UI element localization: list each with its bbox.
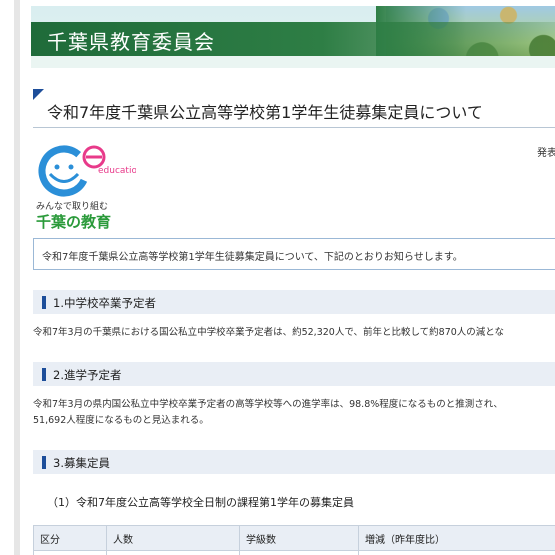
logo-mark-text: education (98, 166, 136, 176)
site-header-banner[interactable]: 千葉県教育委員会 (31, 6, 555, 68)
table-header-cell: 学級数 (239, 525, 359, 551)
site-title[interactable]: 千葉県教育委員会 (47, 26, 215, 55)
table-header-cell: 増減（昨年度比） (358, 525, 555, 551)
section-bar-icon (42, 368, 46, 381)
section-heading-3: 3.募集定員 (33, 450, 555, 474)
section-1-paragraph: 令和7年3月の千葉県における国公私立中学校卒業予定者は、約52,320人で、前年… (33, 327, 505, 338)
left-margin-rule (0, 0, 20, 555)
smiley-e-logo-icon: education (38, 145, 143, 197)
table-row (33, 550, 555, 555)
notice-text: 令和7年度千葉県公立高等学校第1学年生徒募集定員について、下記のとおりお知らせし… (42, 252, 463, 263)
section-heading-label: 1.中学校卒業予定者 (53, 296, 156, 310)
quota-table: 区分 人数 学級数 増減（昨年度比） (33, 525, 555, 555)
page-title: 令和7年度千葉県公立高等学校第1学年生徒募集定員について (47, 103, 483, 122)
table-cell (239, 550, 359, 555)
table-cell (106, 550, 240, 555)
section-heading-label: 3.募集定員 (53, 456, 110, 470)
section-heading-2: 2.進学予定者 (33, 362, 555, 386)
table-header-cell: 人数 (106, 525, 240, 551)
section-bar-icon (42, 456, 46, 469)
table-header-cell: 区分 (33, 525, 107, 551)
section-2-paragraph-line-1: 令和7年3月の県内国公私立中学校卒業予定者の高等学校等への進学率は、98.8%程… (33, 399, 503, 410)
table-cell (358, 550, 555, 555)
date-label: 発表 (537, 148, 555, 159)
title-corner-mark-icon (33, 89, 44, 100)
section-2-paragraph-line-2: 51,692人程度になるものと見込まれる。 (33, 415, 209, 426)
chiba-education-logo: education みんなで取り組む 千葉の教育 (36, 143, 143, 233)
logo-name: 千葉の教育 (36, 213, 112, 231)
table-header-row: 区分 人数 学級数 増減（昨年度比） (33, 525, 555, 551)
page-title-container: 令和7年度千葉県公立高等学校第1学年生徒募集定員について (33, 89, 555, 128)
table-cell (33, 550, 107, 555)
section-heading-1: 1.中学校卒業予定者 (33, 290, 555, 314)
section-heading-label: 2.進学予定者 (53, 368, 122, 382)
header-strip (31, 56, 555, 68)
page: 千葉県教育委員会 令和7年度千葉県公立高等学校第1学年生徒募集定員について ed… (0, 0, 555, 555)
subsection-heading: （1）令和7年度公立高等学校全日制の課程第1学年の募集定員 (47, 496, 354, 509)
notice-box: 令和7年度千葉県公立高等学校第1学年生徒募集定員について、下記のとおりお知らせし… (33, 238, 555, 270)
section-bar-icon (42, 296, 46, 309)
